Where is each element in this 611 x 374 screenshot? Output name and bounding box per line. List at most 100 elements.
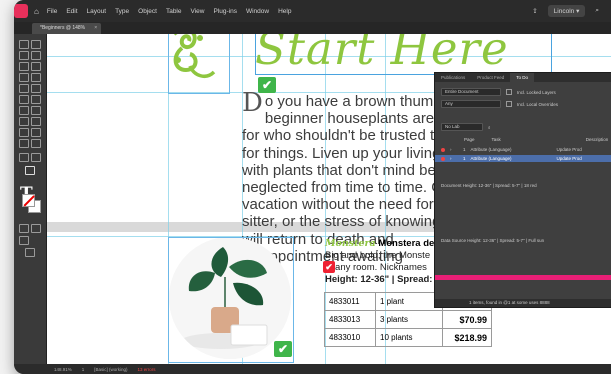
tools-panel: T [14, 34, 47, 364]
qty-cell[interactable]: 3 plants [375, 310, 443, 329]
scope-value: Entire Document [445, 89, 479, 94]
product-heading[interactable]: Monstera Monstera delic [325, 238, 445, 249]
page-number[interactable]: 1 [82, 367, 85, 372]
task-row[interactable]: › 1 Attribute (Language) Update Prod [441, 147, 582, 152]
gradient-feather-tool-icon[interactable] [31, 117, 41, 126]
tab-to-do[interactable]: To Do [510, 73, 535, 82]
task-desc: Update Prod [556, 147, 582, 152]
menu-file[interactable]: File [47, 8, 57, 15]
task-name: Attribute (Language) [470, 147, 512, 152]
sku-cell[interactable]: 4833013 [324, 310, 376, 329]
preflight-profile[interactable]: [Basic] (working) [94, 367, 127, 372]
swap-colors-icon[interactable] [31, 153, 41, 162]
close-icon[interactable]: × [94, 23, 97, 34]
locked-layers-checkbox[interactable] [506, 89, 512, 95]
stroke-swatch-icon[interactable] [22, 194, 35, 207]
menu-window[interactable]: Window [246, 8, 269, 15]
price-cell[interactable]: $218.99 [442, 328, 492, 347]
tab-publications[interactable]: Publications [435, 73, 471, 82]
fill-stroke-icon[interactable] [25, 166, 35, 175]
gradient-swatch-tool-icon[interactable] [19, 117, 29, 126]
eyedropper-tool-icon[interactable] [31, 128, 41, 137]
status-dot-icon [441, 156, 445, 161]
sku-cell[interactable]: 4833011 [324, 292, 376, 311]
task-row[interactable]: › 1 Attribute (Language) Update Prod [441, 156, 582, 161]
menu-view[interactable]: View [191, 8, 205, 15]
pencil-tool-icon[interactable] [31, 84, 41, 93]
tab-product-feed[interactable]: Product Feed [471, 73, 510, 82]
menu-edit[interactable]: Edit [66, 8, 77, 15]
filter-row: Any Incl. Local Overrides [441, 100, 558, 108]
apply-color-icon[interactable] [19, 224, 29, 233]
screen-mode-icon[interactable] [25, 248, 35, 257]
workspace-dropdown[interactable]: Lincoln ▾ [547, 5, 586, 17]
status-value: Any [445, 101, 453, 106]
content-collector-icon[interactable] [19, 62, 29, 71]
menu-layout[interactable]: Layout [87, 8, 107, 15]
menu-plugins[interactable]: Plug-ins [213, 8, 236, 15]
page-tool-icon[interactable] [19, 51, 29, 60]
menu-object[interactable]: Object [138, 8, 157, 15]
scissors-tool-icon[interactable] [19, 106, 29, 115]
row-expand-icon[interactable]: › [450, 147, 458, 152]
menu-table[interactable]: Table [166, 8, 182, 15]
todo-panel: Publications Product Feed To Do Entire D… [434, 72, 611, 308]
default-colors-icon[interactable] [19, 153, 29, 162]
document-tab-title: *Beginners @ 148% [40, 25, 86, 31]
qty-cell[interactable]: 1 plant [375, 292, 443, 311]
product-description[interactable]: Big and bold, the Monste in any room. Ni… [325, 250, 432, 286]
gap-tool-icon[interactable] [31, 51, 41, 60]
task-desc: Update Prod [556, 156, 582, 161]
pen-tool-icon[interactable] [19, 84, 29, 93]
qty-cell[interactable]: 10 plants [375, 328, 443, 347]
data-source-line: Data Source Height: 12-36" | Spread: 5-7… [441, 238, 545, 243]
rectangle-tool-icon[interactable] [31, 95, 41, 104]
col-task[interactable]: Task [492, 137, 501, 142]
content-placer-icon[interactable] [31, 62, 41, 71]
heading-text-frame[interactable] [255, 34, 552, 75]
row-expand-icon[interactable]: › [450, 156, 458, 161]
note-tool-icon[interactable] [19, 128, 29, 137]
search-icon[interactable]: ⌕ [595, 7, 599, 15]
progress-bar [435, 275, 611, 280]
selection-tool-icon[interactable] [19, 40, 29, 49]
line-tool-icon[interactable] [31, 73, 41, 82]
search-icon[interactable]: ⌕ [488, 125, 491, 130]
label-value: No Lab [445, 124, 460, 129]
menu-type[interactable]: Type [115, 8, 129, 15]
scope-dropdown[interactable]: Entire Document [441, 88, 501, 96]
status-dropdown[interactable]: Any [441, 100, 501, 108]
price-cell[interactable]: $70.99 [442, 310, 492, 329]
panel-tab-bar: Publications Product Feed To Do [435, 73, 611, 82]
hand-tool-icon[interactable] [19, 139, 29, 148]
document-tab[interactable]: *Beginners @ 148% × [32, 23, 102, 34]
app-logo-icon [14, 4, 28, 18]
col-description[interactable]: Description [586, 137, 609, 142]
share-icon[interactable]: ⇪ [532, 7, 537, 15]
app-window: ⌂ File Edit Layout Type Object Table Vie… [14, 0, 611, 374]
preflight-errors[interactable]: 13 errors [138, 367, 156, 372]
normal-mode-icon[interactable] [19, 236, 29, 245]
local-overrides-checkbox[interactable] [506, 101, 512, 107]
locked-layers-label: Incl. Locked Layers [517, 89, 556, 95]
free-transform-tool-icon[interactable] [31, 106, 41, 115]
status-bar: 148.91% 1 [Basic] (working) 13 errors [14, 364, 611, 374]
type-tool-icon[interactable] [19, 73, 29, 82]
zoom-level[interactable]: 148.91% [54, 367, 72, 372]
label-dropdown[interactable]: No Lab [441, 123, 483, 131]
zoom-tool-icon[interactable] [31, 139, 41, 148]
sku-cell[interactable]: 4833010 [324, 328, 376, 347]
error-flag-icon[interactable]: ✔ [323, 261, 335, 273]
rectangle-frame-tool-icon[interactable] [19, 95, 29, 104]
home-icon[interactable]: ⌂ [34, 7, 39, 16]
direct-selection-tool-icon[interactable] [31, 40, 41, 49]
scope-row: Entire Document Incl. Locked Layers [441, 88, 556, 96]
menu-help[interactable]: Help [278, 8, 291, 15]
checkmark-icon[interactable]: ✔ [274, 341, 292, 357]
label-filter-row: No Lab ⌕ [441, 123, 491, 131]
ornament-frame[interactable] [168, 34, 230, 94]
col-page[interactable]: Page [464, 137, 475, 142]
apply-none-icon[interactable] [31, 224, 41, 233]
menu-bar: ⌂ File Edit Layout Type Object Table Vie… [14, 0, 611, 22]
task-page: 1 [463, 156, 466, 161]
